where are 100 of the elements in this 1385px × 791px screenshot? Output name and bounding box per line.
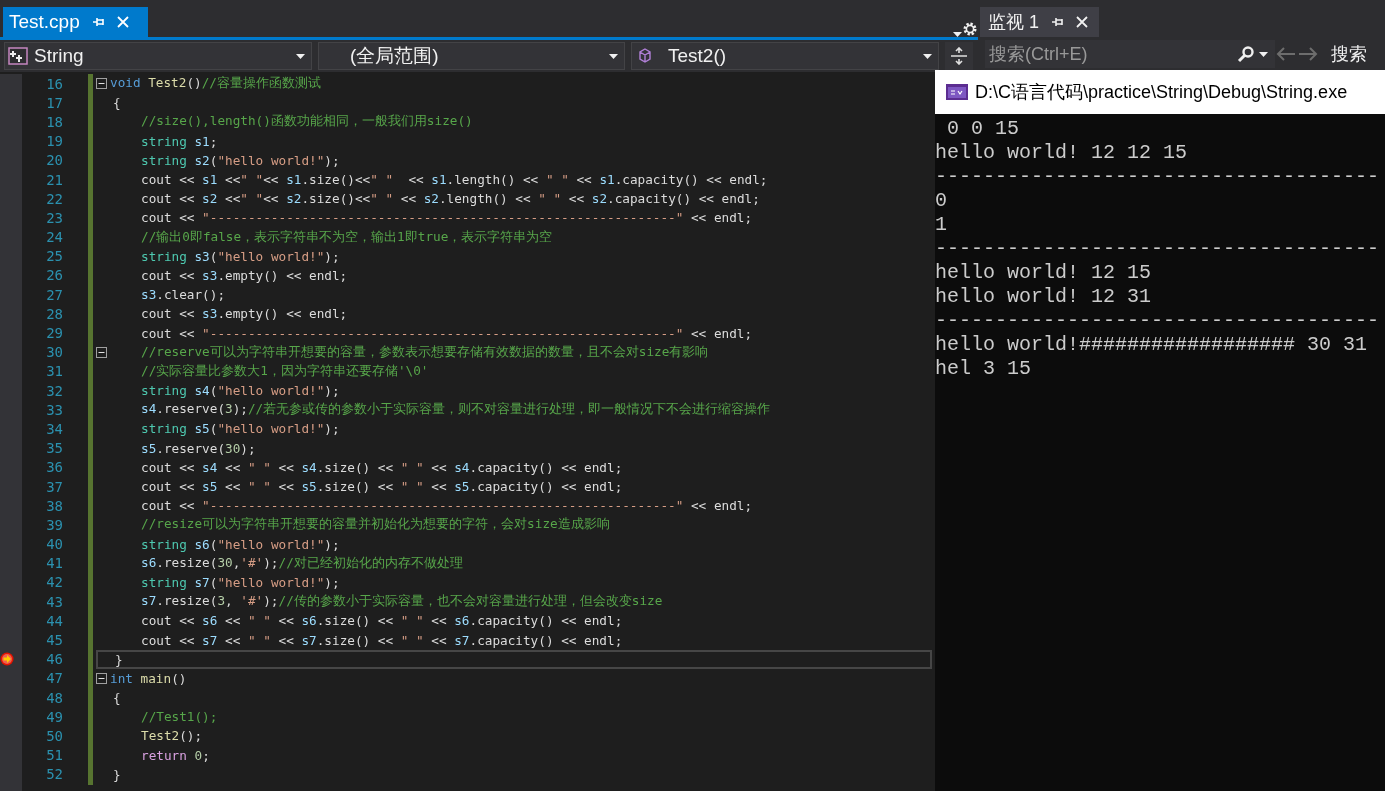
cube-icon [638,47,652,65]
watch-tab[interactable]: 监视 1 [980,7,1099,37]
code-line: s5.reserve(30); [141,440,256,456]
line-number: 34 [46,420,63,437]
code-line: s7.resize(3, '#');//传的参数小于实际容量，也不会对容量进行处理，但会改变size [141,593,663,611]
close-icon[interactable] [1075,15,1089,29]
line-number: 36 [46,459,63,476]
dropdown[interactable]: Test2() [631,42,939,70]
line-number: 20 [46,152,63,169]
code-line: cout << s2 <<" "<< s2.size()<<" " << s2.length() << " " << s2.capacity() << endl; [141,191,760,207]
line-number: 32 [46,382,63,399]
console-output-line: 0 0 15 [946,117,1020,141]
search-field[interactable]: 搜索(Ctrl+E) [985,40,1229,68]
line-number: 25 [46,248,63,265]
line-number: 22 [46,190,63,207]
console-output-line: hello world!################## 30 31 [935,333,1369,357]
line-number: 43 [46,593,63,610]
code-line: string s3("hello world!"); [141,248,340,264]
code-line: string s7("hello world!"); [141,574,340,590]
caret-icon [609,53,618,59]
line-number: 40 [46,536,63,553]
line-number: 26 [46,267,63,284]
console-output-line: ------------------------------------- [935,237,1381,261]
line-number: 24 [46,229,63,246]
line-number: 18 [46,113,63,130]
split-icon [950,47,968,65]
line-number: 19 [46,133,63,150]
code-line: //Test1(); [141,709,218,725]
collapse-icon[interactable] [96,78,107,90]
code-line: cout << "-------------------------------------------------------------" << endl; [141,325,753,341]
console-output-line: ------------------------------------- [935,165,1381,189]
search-icon [1236,45,1254,63]
line-number: 38 [46,497,63,514]
line-number: 39 [46,516,63,533]
dropdown[interactable]: (全局范围) [318,42,625,70]
window-title: D:\C语言代码\practice\String\Debug\String.exe [975,81,1348,104]
console-output-line: hello world! 12 15 [935,261,1153,285]
split-button[interactable] [945,42,973,70]
search-depth-label: 搜索 [1331,43,1367,66]
code-line: cout << s3.empty() << endl; [141,306,348,322]
line-number: 49 [46,708,63,725]
console-output-line: ------------------------------------- [935,309,1381,333]
dropdown-caret-icon[interactable] [953,32,962,37]
code-line: cout << s6 << " " << s6.size() << " " << s6.capacity() << endl; [141,613,623,629]
line-number: 31 [46,363,63,380]
code-line: cout << s1 <<" "<< s1.size()<<" " << s1.length() << " " << s1.capacity() << endl; [141,172,768,188]
line-number: 42 [46,574,63,591]
caret-icon [296,53,305,59]
caret-icon [923,53,932,59]
console-output-line: hello world! 12 12 15 [935,141,1189,165]
line-number: 33 [46,401,63,418]
code-line: //resize可以为字符串开想要的容量并初始化为想要的字符，会对size造成影响 [141,516,610,534]
dropdown[interactable]: String [4,42,312,70]
code-line: string s6("hello world!"); [141,536,340,552]
code-line: //实际容量比参数大1，因为字符串还要存储'\0' [141,362,429,380]
line-number: 46 [46,651,63,668]
code-line: } [113,766,121,782]
code-line: s3.clear(); [141,287,226,303]
line-number: 30 [46,344,63,361]
code-line: s4.reserve(3);//若无参或传的参数小于实际容量，则不对容量进行处理，即一般情况下不会进行缩容操作 [141,401,771,419]
line-number: 41 [46,555,63,572]
code-line: string s2("hello world!"); [141,152,340,168]
console-output-line: 1 [935,213,948,237]
code-line: string s1; [141,133,218,149]
code-line: //size(),length()函数功能相同，一般我们用size() [141,113,473,131]
code-line: { [113,95,121,111]
settings-icon[interactable] [962,21,978,37]
code-line: int main() [110,670,187,686]
code-line: cout << s4 << " " << s4.size() << " " << s4.capacity() << endl; [141,459,623,475]
code-line: { [113,690,121,706]
collapse-icon[interactable] [96,672,107,684]
console-app-icon [946,84,968,100]
code-line: string s5("hello world!"); [141,421,340,437]
code-line: cout << s5 << " " << s5.size() << " " << s5.capacity() << endl; [141,479,623,495]
code-line: cout << s7 << " " << s7.size() << " " << s7.capacity() << endl; [141,632,623,648]
line-number: 27 [46,286,63,303]
line-number: 45 [46,632,63,649]
code-line: cout << "-------------------------------------------------------------" << endl; [141,498,753,514]
code-line: cout << "-------------------------------------------------------------" << endl; [141,210,753,226]
code-line: //输出0即false，表示字符串不为空，输出1即true，表示字符串为空 [141,228,553,246]
code-line: void Test2()//容量操作函数测试 [110,75,321,93]
line-number: 23 [46,209,63,226]
forward-arrow-icon[interactable] [1297,45,1319,63]
collapse-icon[interactable] [96,346,107,358]
project-icon [8,47,28,65]
code-line: } [115,651,123,667]
line-number: 35 [46,440,63,457]
caret-icon [1258,51,1268,57]
back-arrow-icon[interactable] [1275,45,1297,63]
code-line: string s4("hello world!"); [141,383,340,399]
line-number: 52 [46,766,63,783]
line-number: 29 [46,325,63,342]
line-number: 28 [46,305,63,322]
pin-icon[interactable] [1051,16,1063,28]
search-button[interactable] [1229,40,1275,68]
code-line: //reserve可以为字符串开想要的容量，参数表示想要存储有效数据的数量，且不会对size有影响 [141,343,709,361]
console-output-line: hello world! 12 31 [935,285,1153,309]
line-number: 44 [46,612,63,629]
line-number: 50 [46,727,63,744]
code-line: s6.resize(30,'#');//对已经初始化的内存不做处理 [141,554,463,572]
